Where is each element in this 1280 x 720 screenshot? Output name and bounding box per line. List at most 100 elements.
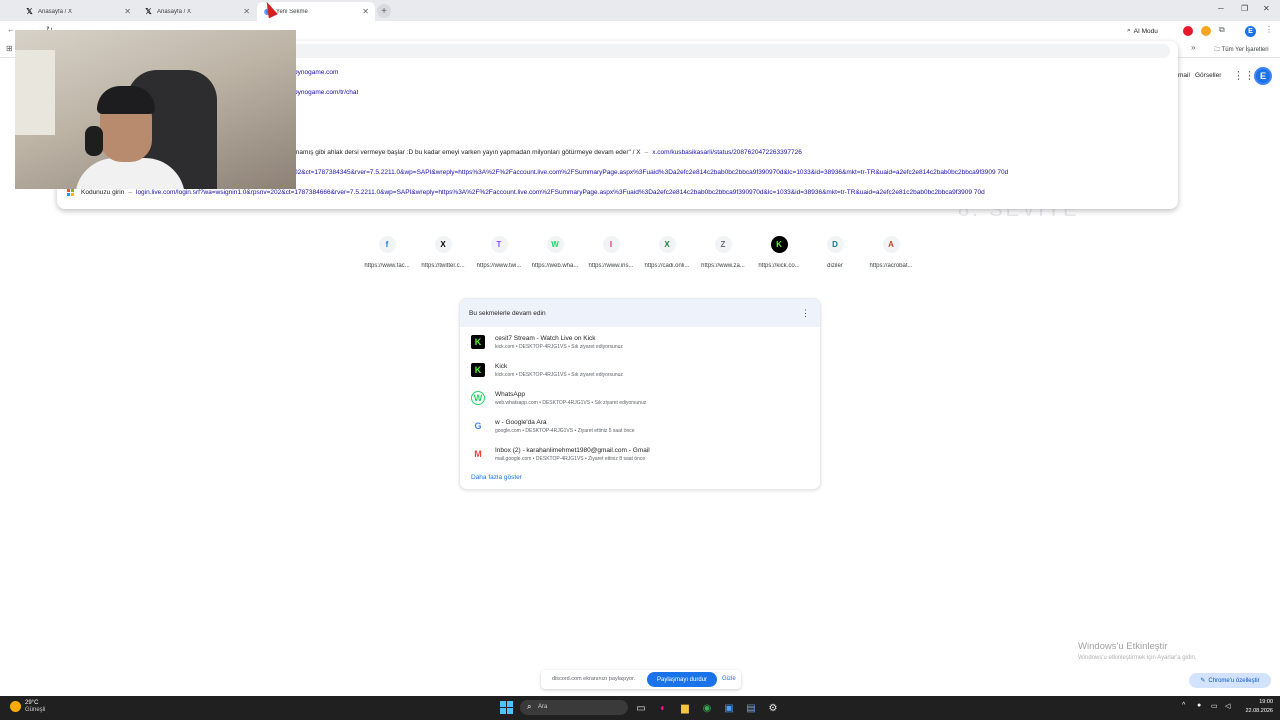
tab-title: Yeni Sekme <box>276 8 308 15</box>
suggestion-url: x.com/kusbasikasarli/status/208762047226… <box>652 148 802 156</box>
item-title: WhatsApp <box>495 391 525 398</box>
suggestion-separator: – <box>644 148 649 156</box>
item-title: cesit7 Stream - Watch Live on Kick <box>495 335 596 342</box>
app-icon[interactable]: ▤ <box>744 701 758 715</box>
weather-temp: 29°C <box>25 700 39 706</box>
item-title: Inbox (2) - karahanlimehmet1980@gmail.co… <box>495 447 650 454</box>
minimize-icon[interactable]: ─ <box>1218 4 1224 13</box>
shortcut-tile[interactable]: X https://twitter.c... <box>416 236 470 276</box>
ai-mode-label: AI Modu <box>1133 27 1158 35</box>
google-profile-avatar[interactable]: E <box>1254 67 1272 85</box>
bookmarks-overflow-icon[interactable]: » <box>1191 43 1195 52</box>
stop-sharing-button[interactable]: Paylaşmayı durdur <box>647 672 717 687</box>
app-icon[interactable]: ▣ <box>722 701 736 715</box>
x-logo-icon: 𝕏 <box>145 7 152 16</box>
continue-tab-item[interactable]: G w - Google'da Ara google.com • DESKTOP… <box>460 413 820 441</box>
display-icon[interactable]: ▭ <box>1211 702 1218 710</box>
start-button[interactable] <box>500 701 513 714</box>
clock-time[interactable]: 19:00 <box>1241 699 1273 705</box>
webcam-overlay <box>15 30 296 189</box>
file-explorer-icon[interactable]: ▆ <box>678 701 692 715</box>
whatsapp-icon: W <box>546 236 564 253</box>
tab-strip: 𝕏 Anasayfa / X ✕ 𝕏 Anasayfa / X ✕ ◉ Yeni… <box>0 0 1280 21</box>
shortcut-tile[interactable]: A https://acrobat... <box>864 236 918 276</box>
card-header: Bu sekmelerle devam edin ⋮ <box>460 299 820 327</box>
clock-date[interactable]: 22.08.2026 <box>1241 708 1273 714</box>
show-more-link[interactable]: Daha fazla göster <box>471 474 522 481</box>
shortcut-tile[interactable]: D diziler <box>808 236 862 276</box>
google-apps-icon[interactable]: ⋮⋮ <box>1233 69 1255 82</box>
shortcut-tile[interactable]: K https://kick.co... <box>752 236 806 276</box>
tab-anasayfa-1[interactable]: 𝕏 Anasayfa / X ✕ <box>19 2 137 21</box>
shortcut-tile[interactable]: f https://www.fac... <box>360 236 414 276</box>
settings-gear-icon[interactable]: ⚙ <box>766 701 780 715</box>
extension-icon[interactable] <box>1201 26 1211 36</box>
continue-tab-item[interactable]: K cesit7 Stream - Watch Live on Kick kic… <box>460 329 820 357</box>
gmail-link[interactable]: mail <box>1178 72 1190 79</box>
share-status-text: discord.com ekranınızı paylaşıyor. <box>552 676 636 682</box>
x-logo-icon: X <box>434 236 452 253</box>
hide-button[interactable]: Gizle <box>722 676 736 682</box>
weather-status: Güneşli <box>25 707 46 713</box>
continue-tab-item[interactable]: W WhatsApp web.whatsapp.com • DESKTOP-4R… <box>460 385 820 413</box>
chrome-taskbar-icon[interactable]: ◉ <box>700 701 714 715</box>
whatsapp-icon: W <box>471 391 485 405</box>
item-subtitle: web.whatsapp.com • DESKTOP-4RJG1VS • Sık… <box>495 400 647 406</box>
suggestion-url: 02&ct=1787384345&rver=7.5.2211.0&wp=SAPI… <box>294 168 1009 176</box>
customize-chrome-button[interactable]: ✎ Chrome'u özelleştir <box>1189 673 1271 688</box>
continue-tab-item[interactable]: K Kick kick.com • DESKTOP-4RJG1VS • Sık … <box>460 357 820 385</box>
suggestion-item[interactable]: bynogame.com/tr/chat <box>294 86 358 98</box>
maximize-icon[interactable]: ❐ <box>1241 4 1248 13</box>
tab-title: Anasayfa / X <box>157 8 192 15</box>
all-bookmarks-label: Tüm Yer İşaretleri <box>1221 47 1269 53</box>
volume-icon[interactable]: ◁ <box>1225 702 1230 710</box>
all-bookmarks-folder[interactable]: 🗀 Tüm Yer İşaretleri <box>1214 45 1269 55</box>
back-icon[interactable]: ← <box>7 25 15 34</box>
webcam-headphones <box>85 126 103 156</box>
shortcut-tile[interactable]: W https://web.wha... <box>528 236 582 276</box>
folder-icon: 🗀 <box>1214 47 1222 53</box>
ai-mode-button[interactable]: ⌕ AI Modu <box>1127 25 1158 37</box>
facebook-icon: f <box>378 236 396 253</box>
google-icon: G <box>474 421 482 431</box>
customize-label: Chrome'u özelleştir <box>1208 677 1260 684</box>
tray-overflow-icon[interactable]: ^ <box>1182 702 1185 709</box>
images-link[interactable]: Görseller <box>1195 72 1221 79</box>
continue-tab-item[interactable]: M Inbox (2) - karahanlimehmet1980@gmail.… <box>460 441 820 469</box>
weather-sun-icon[interactable] <box>10 701 21 712</box>
card-title: Bu sekmelerle devam edin <box>469 310 546 317</box>
activation-watermark-title: Windows'u Etkinleştir <box>1078 641 1168 652</box>
suggestion-title: Kodunuzu girin <box>81 188 125 196</box>
shortcut-tile[interactable]: Z https://www.za... <box>696 236 750 276</box>
close-icon[interactable]: ✕ <box>362 7 369 16</box>
suggestion-url: login.live.com/login.srf?wa=wsignin1.0&r… <box>136 188 985 196</box>
shortcut-tile[interactable]: X https://cadi.onli... <box>640 236 694 276</box>
puzzle-extensions-icon[interactable]: ⧉ <box>1219 25 1225 35</box>
opera-extension-icon[interactable] <box>1183 26 1193 36</box>
shortcut-label: https://www.twi... <box>476 263 522 269</box>
kick-icon: K <box>471 363 485 377</box>
apps-grid-icon[interactable]: ⊞ <box>6 44 13 53</box>
close-icon[interactable]: ✕ <box>243 7 250 16</box>
tab-anasayfa-2[interactable]: 𝕏 Anasayfa / X ✕ <box>138 2 256 21</box>
new-tab-button[interactable]: + <box>377 4 391 18</box>
suggestion-item[interactable]: bynogame.com <box>294 66 338 78</box>
microphone-icon[interactable]: ● <box>1197 702 1201 709</box>
twitch-icon: T <box>490 236 508 253</box>
suggestion-item[interactable]: 02&ct=1787384345&rver=7.5.2211.0&wp=SAPI… <box>294 166 1174 178</box>
x-logo-icon: 𝕏 <box>26 7 33 16</box>
shortcut-tile[interactable]: I https://www.ins... <box>584 236 638 276</box>
shortcut-label: https://web.wha... <box>531 263 579 269</box>
taskbar-search[interactable]: ⌕ Ara <box>520 700 628 715</box>
shortcut-tile[interactable]: T https://www.twi... <box>472 236 526 276</box>
task-view-icon[interactable]: ▭ <box>634 701 648 715</box>
suggestion-item[interactable]: mamış gibi ahlak dersi vermeye başlar :D… <box>294 146 1174 158</box>
close-icon[interactable]: ✕ <box>124 7 131 16</box>
close-window-icon[interactable]: ✕ <box>1263 4 1270 13</box>
menu-icon[interactable]: ⋮ <box>1265 25 1273 34</box>
item-subtitle: kick.com • DESKTOP-4RJG1VS • Sık ziyaret… <box>495 372 623 378</box>
profile-avatar[interactable]: E <box>1245 26 1256 37</box>
more-options-icon[interactable]: ⋮ <box>801 308 810 319</box>
copilot-icon[interactable]: ◐ <box>656 701 670 715</box>
suggestion-url: bynogame.com <box>294 68 339 76</box>
